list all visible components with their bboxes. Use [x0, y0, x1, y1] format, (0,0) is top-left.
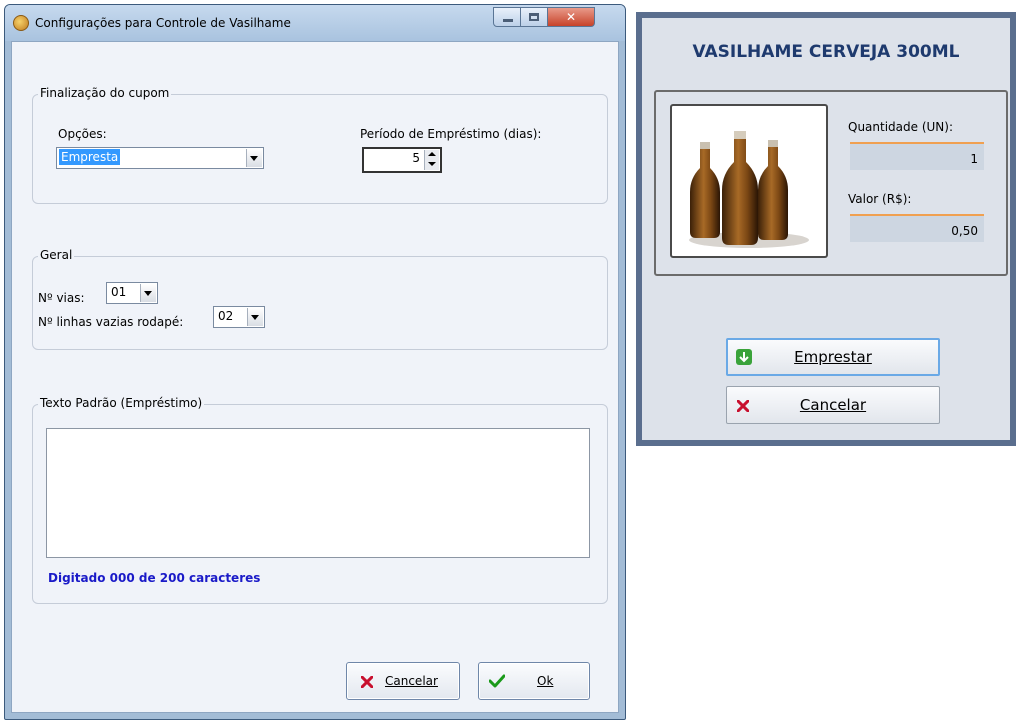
product-image	[670, 104, 828, 258]
cancel-button-label: Cancelar	[385, 674, 438, 688]
chevron-down-icon[interactable]	[247, 308, 263, 326]
quantidade-field: 1	[850, 142, 984, 170]
opcoes-label: Opções:	[58, 127, 107, 141]
window-title: Configurações para Controle de Vasilhame	[35, 16, 291, 30]
emprestar-button-label: Emprestar	[794, 348, 872, 366]
valor-field: 0,50	[850, 214, 984, 242]
checkmark-icon	[489, 674, 505, 688]
maximize-button[interactable]	[520, 7, 548, 27]
ok-button-label: Ok	[537, 674, 554, 688]
cancel-button[interactable]: Cancelar	[346, 662, 460, 700]
close-icon: ✕	[565, 10, 577, 24]
product-title: VASILHAME CERVEJA 300ML	[692, 42, 960, 62]
char-counter: Digitado 000 de 200 caracteres	[48, 571, 261, 585]
vias-label: Nº vias:	[38, 291, 85, 305]
vias-selected-value: 01	[111, 285, 127, 299]
finalizacao-group-label: Finalização do cupom	[38, 86, 172, 100]
product-frame: Quantidade (UN): 1 Valor (R$): 0,50	[654, 90, 1008, 276]
valor-label: Valor (R$):	[848, 192, 912, 206]
valor-value: 0,50	[951, 224, 978, 238]
quantidade-label: Quantidade (UN):	[848, 120, 953, 134]
texto-group-label: Texto Padrão (Empréstimo)	[38, 396, 205, 410]
minimize-icon	[503, 19, 513, 22]
beer-bottles-icon	[689, 131, 809, 248]
periodo-value: 5	[412, 151, 420, 165]
chevron-down-icon[interactable]	[140, 284, 156, 302]
geral-group-label: Geral	[38, 248, 75, 262]
cancelar-button-label: Cancelar	[799, 396, 867, 414]
linhas-select[interactable]: 02	[213, 306, 265, 328]
app-icon	[13, 15, 29, 31]
linhas-label: Nº linhas vazias rodapé:	[38, 315, 184, 329]
cancelar-button[interactable]: Cancelar	[726, 386, 940, 424]
x-icon	[361, 676, 373, 688]
vias-select[interactable]: 01	[106, 282, 158, 304]
periodo-stepper[interactable]: 5	[362, 147, 442, 173]
stepper-down-icon[interactable]	[424, 160, 439, 170]
maximize-icon	[529, 13, 539, 21]
minimize-button[interactable]	[493, 7, 521, 27]
texto-textarea[interactable]	[46, 428, 590, 558]
emprestar-button[interactable]: Emprestar	[726, 338, 940, 376]
linhas-selected-value: 02	[218, 309, 234, 323]
vasilhame-panel: VASILHAME CERVEJA 300ML Quantidade (UN):…	[636, 12, 1016, 446]
title-bar[interactable]: Configurações para Controle de Vasilhame…	[5, 5, 625, 41]
chevron-down-icon[interactable]	[246, 149, 262, 167]
ok-button[interactable]: Ok	[478, 662, 590, 700]
dialog-client-area: Finalização do cupom Opções: Empresta Pe…	[11, 41, 619, 713]
periodo-label: Período de Empréstimo (dias):	[360, 127, 542, 141]
config-dialog-window: Configurações para Controle de Vasilhame…	[4, 4, 626, 720]
opcoes-selected-value: Empresta	[59, 149, 121, 165]
close-button[interactable]: ✕	[547, 7, 595, 27]
quantidade-value: 1	[970, 152, 978, 166]
opcoes-select[interactable]: Empresta	[56, 147, 264, 169]
